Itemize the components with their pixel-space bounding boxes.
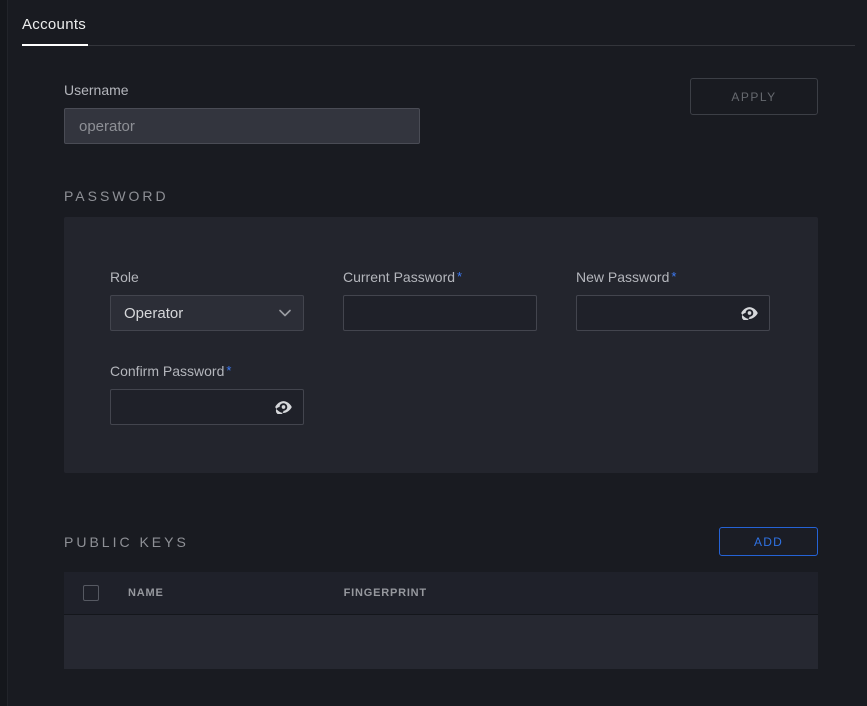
eye-icon (274, 402, 293, 417)
public-keys-table-header: NAME FINGERPRINT (64, 572, 818, 615)
eye-icon (740, 308, 759, 323)
new-password-label: New Password* (576, 269, 770, 285)
username-field-group: Username (64, 78, 420, 144)
confirm-password-wrap (110, 389, 304, 425)
current-password-input[interactable] (343, 295, 537, 331)
role-label: Role (110, 269, 304, 285)
username-label: Username (64, 82, 420, 98)
confirm-password-label-text: Confirm Password (110, 363, 224, 379)
required-marker: * (226, 363, 231, 378)
confirm-password-field-group: Confirm Password* (110, 363, 304, 425)
select-all-checkbox[interactable] (83, 585, 99, 601)
current-password-wrap (343, 295, 537, 331)
public-keys-heading: PUBLIC KEYS (64, 534, 189, 550)
new-password-label-text: New Password (576, 269, 669, 285)
chevron-down-icon (279, 309, 291, 317)
username-input[interactable] (64, 108, 420, 144)
required-marker: * (671, 269, 676, 284)
tab-accounts[interactable]: Accounts (22, 14, 88, 46)
current-password-label: Current Password* (343, 269, 537, 285)
password-fields-grid: Role Operator Current Password* New Pass… (110, 269, 772, 425)
confirm-password-label: Confirm Password* (110, 363, 304, 379)
password-panel: Role Operator Current Password* New Pass… (64, 217, 818, 473)
public-keys-header-row: PUBLIC KEYS ADD (64, 527, 818, 556)
show-password-button[interactable] (272, 398, 295, 416)
role-select-value: Operator (124, 305, 183, 322)
column-header-fingerprint: FINGERPRINT (344, 587, 427, 599)
role-field-group: Role Operator (110, 269, 304, 331)
add-public-key-button[interactable]: ADD (719, 527, 818, 556)
apply-button[interactable]: APPLY (690, 78, 818, 115)
current-password-field-group: Current Password* (343, 269, 537, 331)
new-password-wrap (576, 295, 770, 331)
tab-bar: Accounts (0, 0, 867, 46)
role-select[interactable]: Operator (110, 295, 304, 331)
required-marker: * (457, 269, 462, 284)
public-keys-table-empty-body (64, 615, 818, 669)
current-password-label-text: Current Password (343, 269, 455, 285)
new-password-field-group: New Password* (576, 269, 770, 331)
accounts-page: Username APPLY PASSWORD Role Operator Cu… (0, 78, 867, 669)
username-row: Username APPLY (64, 78, 818, 144)
public-keys-table: NAME FINGERPRINT (64, 572, 818, 669)
password-section-heading: PASSWORD (64, 188, 818, 204)
show-password-button[interactable] (738, 304, 761, 322)
page-left-edge (0, 0, 8, 706)
column-header-name: NAME (128, 587, 164, 599)
tab-bar-divider (22, 45, 855, 46)
